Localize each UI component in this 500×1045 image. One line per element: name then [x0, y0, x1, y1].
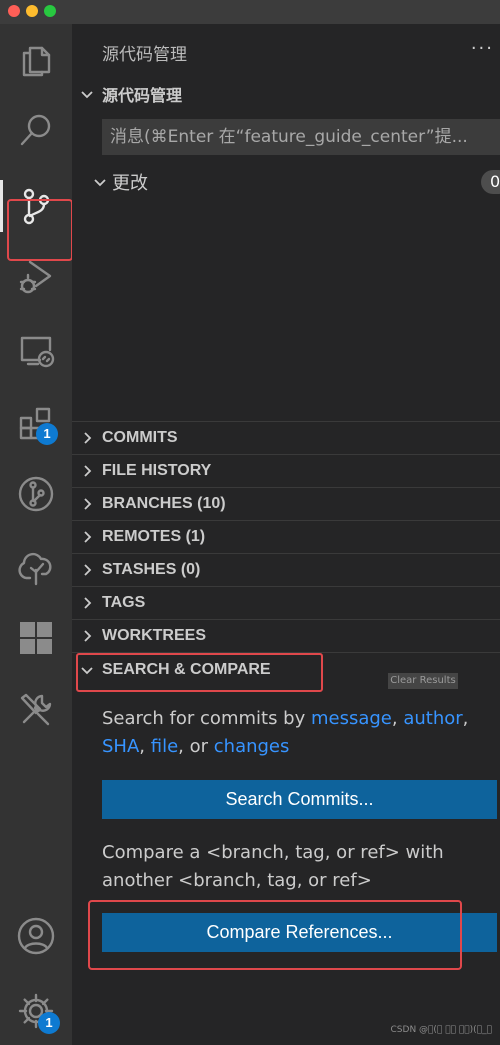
watermark: CSDN @ (       )( _ 	[390, 1025, 492, 1035]
section-tags[interactable]: TAGS	[72, 586, 500, 619]
chevron-right-icon	[72, 596, 102, 610]
account-icon	[17, 917, 55, 955]
activity-manage[interactable]	[0, 979, 72, 1043]
activity-run-debug[interactable]	[0, 244, 72, 308]
section-file-history[interactable]: FILE HISTORY	[72, 454, 500, 487]
remote-explorer-icon	[20, 336, 55, 368]
chevron-right-icon	[72, 464, 102, 478]
search-commits-button[interactable]: Search Commits...	[102, 780, 497, 819]
window-titlebar	[0, 0, 500, 24]
view-title: 源代码管理	[102, 45, 187, 65]
extensions-badge: 1	[36, 423, 58, 445]
activity-tools[interactable]	[0, 678, 72, 742]
gitlens-icon	[18, 476, 54, 512]
activity-search[interactable]	[0, 98, 72, 162]
chevron-right-icon	[72, 530, 102, 544]
section-commits[interactable]: COMMITS	[72, 421, 500, 454]
section-label: STASHES (0)	[102, 560, 201, 578]
activity-remote-explorer[interactable]	[0, 318, 72, 382]
run-debug-icon	[19, 260, 52, 294]
chevron-right-icon	[72, 497, 102, 511]
separator: ,	[139, 736, 146, 757]
activity-accounts[interactable]	[0, 904, 72, 968]
separator: ,	[391, 708, 398, 729]
clear-results-button[interactable]: Clear Results	[388, 673, 458, 689]
sidebar: 源代码管理 ··· 源代码管理 消息(⌘Enter 在“feature_guid…	[72, 24, 500, 1045]
search-compare-highlight	[76, 653, 323, 692]
section-worktrees[interactable]: WORKTREES	[72, 619, 500, 652]
activity-bar: 1 1	[0, 24, 73, 1045]
chevron-right-icon	[72, 629, 102, 643]
files-icon	[22, 46, 51, 77]
separator: , or	[178, 736, 209, 757]
section-label: COMMITS	[102, 428, 178, 446]
scm-section-title: 源代码管理	[102, 87, 183, 105]
activity-gitlens-inspect[interactable]	[0, 536, 72, 600]
tools-icon	[20, 693, 52, 726]
message-link[interactable]: message	[311, 708, 392, 729]
grid-icon	[20, 622, 52, 654]
section-remotes[interactable]: REMOTES (1)	[72, 520, 500, 553]
section-label: FILE HISTORY	[102, 461, 212, 479]
chevron-down-icon	[88, 175, 112, 189]
manage-badge: 1	[38, 1012, 60, 1034]
more-actions-button[interactable]: ···	[471, 38, 494, 59]
activity-extensions[interactable]	[0, 392, 72, 456]
author-link[interactable]: author	[403, 708, 462, 729]
section-label: BRANCHES (10)	[102, 494, 226, 512]
search-description: Search for commits by message, author, S…	[102, 705, 492, 761]
activity-explorer[interactable]	[0, 28, 72, 92]
section-branches[interactable]: BRANCHES (10)	[72, 487, 500, 520]
chevron-right-icon	[72, 431, 102, 445]
section-label: WORKTREES	[102, 626, 206, 644]
compare-description: Compare a <branch, tag, or ref> with ano…	[102, 842, 444, 891]
changes-group[interactable]: 更改	[88, 169, 148, 195]
tree-icon	[18, 552, 52, 586]
changes-label: 更改	[112, 173, 148, 194]
separator: ,	[462, 708, 469, 729]
section-label: TAGS	[102, 593, 146, 611]
commit-message-input[interactable]: 消息(⌘Enter 在“feature_guide_center”提...	[102, 119, 500, 155]
sha-link[interactable]: SHA	[102, 736, 139, 757]
search-icon	[20, 114, 51, 146]
section-label: REMOTES (1)	[102, 527, 206, 545]
maximize-window-button[interactable]	[44, 5, 56, 17]
chevron-down-icon	[72, 87, 102, 101]
scm-section-header[interactable]: 源代码管理	[72, 77, 500, 110]
close-window-button[interactable]	[8, 5, 20, 17]
activity-grid[interactable]	[0, 606, 72, 670]
file-link[interactable]: file	[151, 736, 178, 757]
compare-references-highlight	[88, 900, 462, 970]
search-text-prefix: Search for commits by	[102, 708, 311, 729]
section-stashes[interactable]: STASHES (0)	[72, 553, 500, 586]
changes-count-badge: 0	[481, 170, 500, 194]
minimize-window-button[interactable]	[26, 5, 38, 17]
changes-link[interactable]: changes	[214, 736, 290, 757]
chevron-right-icon	[72, 563, 102, 577]
activity-gitlens[interactable]	[0, 462, 72, 526]
